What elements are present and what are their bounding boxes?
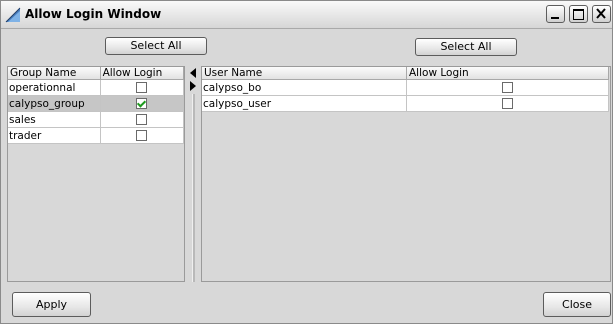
column-header-user-name[interactable]: User Name — [202, 67, 407, 80]
table-row[interactable]: sales — [8, 111, 185, 128]
group-name-cell[interactable]: operationnal — [8, 79, 101, 96]
select-all-users-button[interactable]: Select All — [415, 38, 517, 56]
app-logo-icon — [5, 7, 21, 23]
group-name-cell[interactable]: calypso_group — [8, 95, 101, 112]
collapse-right-arrow-icon[interactable] — [190, 81, 196, 91]
title-bar[interactable]: Allow Login Window — [1, 1, 612, 29]
minimize-button[interactable] — [546, 5, 565, 23]
allow-login-checkbox[interactable] — [136, 98, 148, 109]
split-pane-divider[interactable] — [187, 67, 200, 282]
close-button[interactable]: Close — [543, 292, 611, 317]
select-all-groups-button[interactable]: Select All — [105, 37, 207, 55]
column-header-allow-login[interactable]: Allow Login — [100, 67, 185, 80]
allow-login-checkbox[interactable] — [502, 98, 513, 109]
allow-login-window: Allow Login Window Select All Select All… — [0, 0, 613, 324]
table-row[interactable]: calypso_group — [8, 95, 185, 112]
allow-login-cell[interactable] — [100, 95, 185, 112]
window-title: Allow Login Window — [25, 7, 162, 21]
group-name-cell[interactable]: trader — [8, 127, 101, 144]
groups-table: Group Name Allow Login operationnal caly… — [8, 67, 185, 144]
maximize-button[interactable] — [569, 5, 588, 23]
table-row[interactable]: operationnal — [8, 79, 185, 96]
allow-login-checkbox[interactable] — [136, 82, 148, 93]
user-name-cell[interactable]: calypso_user — [202, 95, 407, 112]
allow-login-checkbox[interactable] — [136, 130, 148, 141]
users-table-panel: User Name Allow Login calypso_bo calypso… — [201, 66, 611, 282]
allow-login-cell[interactable] — [100, 111, 185, 128]
column-header-allow-login[interactable]: Allow Login — [406, 67, 609, 80]
minimize-icon — [551, 17, 559, 19]
allow-login-checkbox[interactable] — [136, 114, 148, 125]
table-row[interactable]: calypso_bo — [202, 79, 609, 96]
close-window-button[interactable] — [592, 5, 611, 23]
close-icon — [596, 8, 606, 19]
maximize-icon — [573, 9, 584, 20]
allow-login-cell[interactable] — [406, 95, 609, 112]
divider-line — [192, 94, 195, 282]
users-table: User Name Allow Login calypso_bo calypso… — [202, 67, 609, 112]
allow-login-cell[interactable] — [100, 79, 185, 96]
table-row[interactable]: calypso_user — [202, 95, 609, 112]
user-name-cell[interactable]: calypso_bo — [202, 79, 407, 96]
group-name-cell[interactable]: sales — [8, 111, 101, 128]
apply-button[interactable]: Apply — [12, 292, 91, 317]
allow-login-checkbox[interactable] — [502, 82, 513, 93]
table-row[interactable]: trader — [8, 127, 185, 144]
allow-login-cell[interactable] — [406, 79, 609, 96]
allow-login-cell[interactable] — [100, 127, 185, 144]
groups-table-panel: Group Name Allow Login operationnal caly… — [7, 66, 185, 282]
column-header-group-name[interactable]: Group Name — [8, 67, 101, 80]
collapse-left-arrow-icon[interactable] — [190, 68, 196, 78]
